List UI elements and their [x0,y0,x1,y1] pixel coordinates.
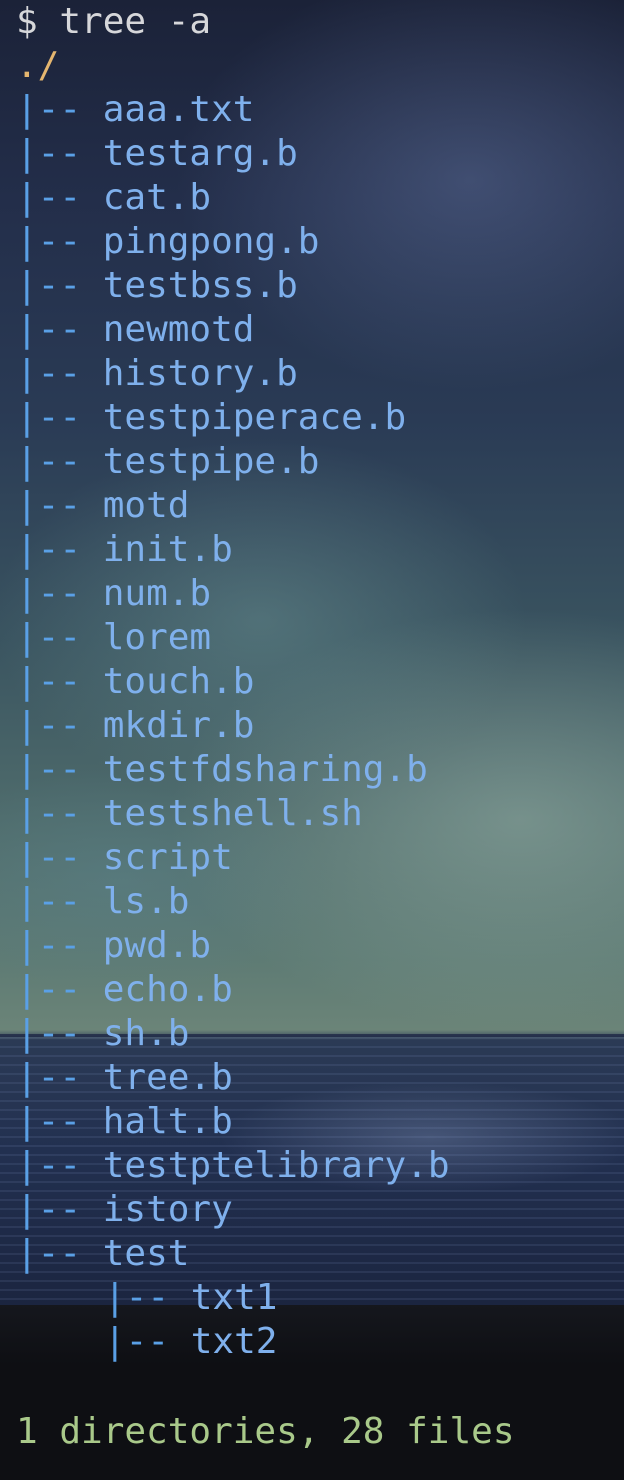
tree-branch: |-- [16,265,82,306]
tree-entry: |-- tree.b [16,1056,233,1100]
tree-entry: |-- sh.b [16,1012,189,1056]
tree-branch: |-- [104,1321,170,1362]
tree-entry: |-- ls.b [16,880,189,924]
tree-entry: |-- halt.b [16,1100,233,1144]
tree-root: ./ [16,45,60,86]
tree-branch: |-- [16,1189,82,1230]
tree-entry: |-- touch.b [16,660,254,704]
tree-entry-name: pingpong.b [102,221,320,262]
tree-branch: |-- [16,441,82,482]
tree-branch: |-- [16,485,82,526]
tree-entry: |-- pwd.b [16,924,211,968]
tree-entry-name: testbss.b [102,265,298,306]
tree-entry: |-- history.b [16,352,298,396]
tree-entry-name: newmotd [102,309,255,350]
tree-entry: |-- testarg.b [16,132,298,176]
tree-entry: |-- txt1 [104,1276,277,1320]
tree-branch: |-- [16,397,82,438]
tree-entry: |-- echo.b [16,968,233,1012]
tree-entry-name: sh.b [102,1013,190,1054]
tree-entry: |-- mkdir.b [16,704,254,748]
tree-branch: |-- [16,1233,82,1274]
tree-entry-name: echo.b [102,969,233,1010]
tree-entry-name: aaa.txt [102,89,255,130]
tree-entry-name: ls.b [102,881,190,922]
tree-entry: |-- testfdsharing.b [16,748,428,792]
tree-branch: |-- [16,1013,82,1054]
tree-entry: |-- testptelibrary.b [16,1144,450,1188]
tree-entry: |-- test [16,1232,189,1276]
tree-entry-name: txt1 [190,1277,278,1318]
tree-entry: |-- script [16,836,233,880]
tree-branch: |-- [16,177,82,218]
tree-branch: |-- [16,705,82,746]
tree-entry-name: motd [102,485,190,526]
tree-entry: |-- aaa.txt [16,88,254,132]
tree-branch: |-- [16,1057,82,1098]
tree-branch: |-- [16,793,82,834]
tree-entry-name: history.b [102,353,298,394]
tree-entry-name: mkdir.b [102,705,255,746]
tree-entry-name: script [102,837,233,878]
tree-entry-name: istory [102,1189,233,1230]
tree-entry: |-- testshell.sh [16,792,363,836]
tree-entry-name: testpiperace.b [102,397,407,438]
tree-entry: |-- testpiperace.b [16,396,406,440]
tree-entry: |-- istory [16,1188,233,1232]
tree-entry-name: cat.b [102,177,212,218]
command-text: tree -a [59,1,212,42]
tree-branch: |-- [16,969,82,1010]
tree-entry: |-- cat.b [16,176,211,220]
tree-branch: |-- [16,529,82,570]
tree-entry-name: init.b [102,529,233,570]
tree-branch: |-- [16,353,82,394]
tree-entry-name: txt2 [190,1321,278,1362]
tree-entry: |-- testpipe.b [16,440,319,484]
tree-entry: |-- pingpong.b [16,220,319,264]
tree-branch: |-- [16,89,82,130]
tree-entry-name: testarg.b [102,133,298,174]
tree-branch: |-- [16,1101,82,1142]
tree-entry-name: lorem [102,617,212,658]
tree-entry: |-- newmotd [16,308,254,352]
command-line: $ tree -a [16,0,211,44]
tree-entry-name: testptelibrary.b [102,1145,450,1186]
tree-branch: |-- [16,661,82,702]
tree-entry: |-- num.b [16,572,211,616]
tree-entry-name: touch.b [102,661,255,702]
tree-branch: |-- [104,1277,170,1318]
tree-entry: |-- init.b [16,528,233,572]
tree-entry: |-- txt2 [104,1320,277,1364]
tree-entry-name: halt.b [102,1101,233,1142]
tree-entry: |-- testbss.b [16,264,298,308]
terminal-window[interactable]: $ tree -a ./ |-- aaa.txt |-- testarg.b |--… [0,0,624,1480]
tree-entry-name: pwd.b [102,925,212,966]
tree-entry-name: tree.b [102,1057,233,1098]
summary-line: 1 directories, 28 files [16,1411,515,1452]
tree-entry-name: testshell.sh [102,793,363,834]
tree-branch: |-- [16,221,82,262]
prompt-symbol: $ [16,1,38,42]
tree-entry-name: testpipe.b [102,441,320,482]
tree-branch: |-- [16,573,82,614]
tree-branch: |-- [16,749,82,790]
tree-entry-name: test [102,1233,190,1274]
tree-branch: |-- [16,837,82,878]
tree-branch: |-- [16,133,82,174]
tree-branch: |-- [16,1145,82,1186]
tree-branch: |-- [16,925,82,966]
tree-entry: |-- motd [16,484,189,528]
tree-entry-name: num.b [102,573,212,614]
tree-branch: |-- [16,617,82,658]
tree-entry: |-- lorem [16,616,211,660]
tree-branch: |-- [16,881,82,922]
tree-branch: |-- [16,309,82,350]
tree-entry-name: testfdsharing.b [102,749,428,790]
